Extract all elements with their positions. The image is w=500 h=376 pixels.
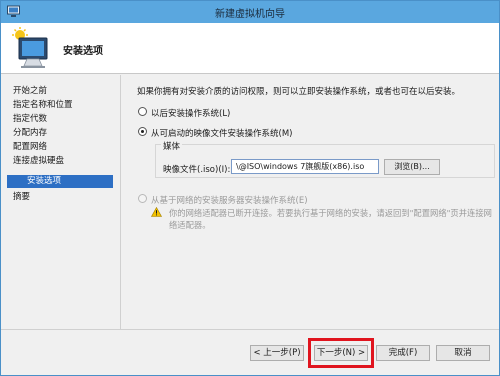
install-from-image-label[interactable]: 从可启动的映像文件安装操作系统(M) [151, 127, 292, 139]
image-file-label: 映像文件(.iso)(I): [163, 165, 231, 175]
install-from-network-radio[interactable] [138, 194, 147, 203]
wizard-window: 新建虚拟机向导 安装选项 开始之前 指定名称和位置 指定代数 分配内存 配置网络… [0, 0, 500, 376]
cancel-button[interactable]: 取消 [436, 345, 490, 361]
nav-item-installation-options[interactable]: 安装选项 [7, 175, 113, 188]
nav-item-assign-memory[interactable]: 分配内存 [13, 127, 47, 140]
install-from-image-radio[interactable] [138, 127, 147, 136]
warning-icon [151, 207, 162, 217]
nav-item-specify-generation[interactable]: 指定代数 [13, 113, 47, 126]
install-later-radio[interactable] [138, 107, 147, 116]
nav-item-summary[interactable]: 摘要 [13, 191, 30, 204]
main-content: 如果你拥有对安装介质的访问权限，则可以立即安装操作系统，或者也可在以后安装。 以… [129, 75, 499, 329]
title-bar[interactable]: 新建虚拟机向导 [1, 1, 499, 23]
nav-item-before-you-begin[interactable]: 开始之前 [13, 85, 47, 98]
description-text: 如果你拥有对安装介质的访问权限，则可以立即安装操作系统，或者也可在以后安装。 [137, 87, 461, 97]
new-vm-icon [12, 27, 48, 68]
nav-item-connect-virtual-disk[interactable]: 连接虚拟硬盘 [13, 155, 64, 168]
finish-button[interactable]: 完成(F) [376, 345, 430, 361]
install-from-network-label[interactable]: 从基于网络的安装服务器安装操作系统(E) [151, 194, 308, 206]
install-later-label[interactable]: 以后安装操作系统(L) [151, 107, 230, 119]
browse-button[interactable]: 浏览(B)... [384, 159, 440, 175]
wizard-steps-nav: 开始之前 指定名称和位置 指定代数 分配内存 配置网络 连接虚拟硬盘 安装选项 … [1, 75, 121, 329]
nav-item-specify-name-location[interactable]: 指定名称和位置 [13, 99, 73, 112]
nav-item-configure-networking[interactable]: 配置网络 [13, 141, 47, 154]
window-title: 新建虚拟机向导 [215, 9, 285, 20]
page-header: 安装选项 [1, 23, 499, 74]
page-title: 安装选项 [63, 46, 103, 57]
media-legend: 媒体 [161, 140, 183, 152]
previous-button[interactable]: < 上一步(P) [250, 345, 304, 361]
next-button-highlight [308, 338, 374, 368]
network-warning-text: 你的网络适配器已断开连接。若要执行基于网络的安装，请返回到"配置网络"页并连接网… [169, 208, 492, 230]
footer-divider [1, 329, 499, 330]
image-file-input[interactable] [231, 159, 379, 174]
